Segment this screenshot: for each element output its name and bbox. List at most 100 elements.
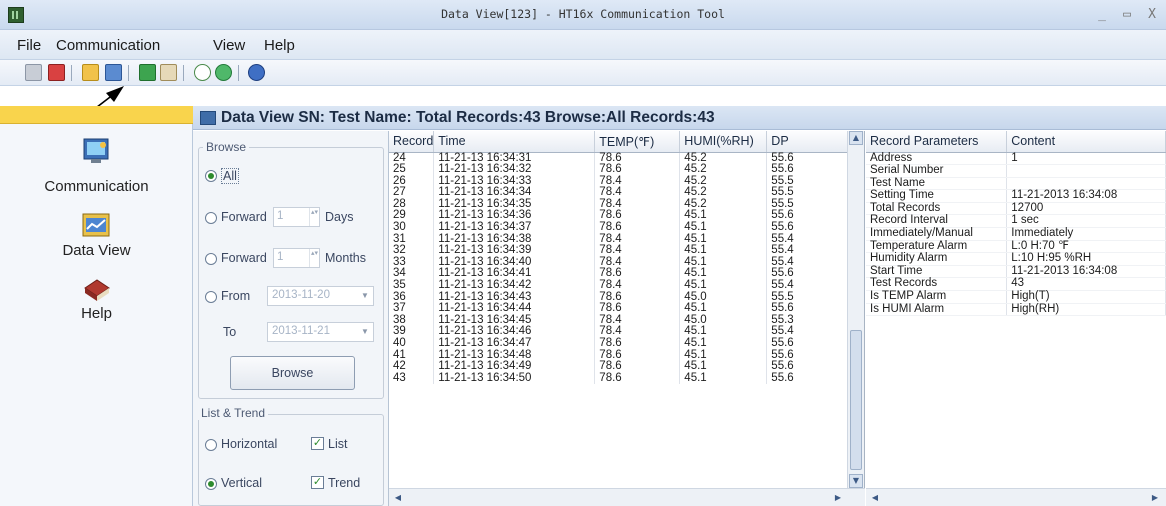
parameter-value: High(T) [1006,290,1166,304]
table-cell: 55.6 [766,337,850,350]
minimize-button[interactable]: _ [1093,6,1111,24]
open-folder-icon[interactable] [82,64,99,81]
table-cell: 43 [389,372,435,385]
toolbar-separator [183,65,184,81]
parameter-name: Temperature Alarm [866,240,1008,254]
radio-all[interactable] [205,170,217,182]
scroll-left-icon[interactable]: ◀ [868,491,882,504]
to-date-select[interactable]: 2013-11-21 ▼ [267,322,374,342]
table-row[interactable]: 25 11-21-13 16:34:32 78.6 45.2 55.6 [389,163,850,176]
parameter-row[interactable]: Immediately/Manual Immediately [866,227,1166,241]
parameter-row[interactable]: Address 1 [866,152,1166,166]
menu-communication[interactable]: Communication [56,37,160,54]
parameter-name: Setting Time [866,190,1008,203]
settings-icon[interactable] [160,64,177,81]
toolbar [0,60,1166,86]
horizontal-label: Horizontal [221,437,278,451]
parameter-row[interactable]: Is HUMI Alarm High(RH) [866,303,1166,317]
radio-vertical[interactable] [205,478,217,490]
column-header-content[interactable]: Content [1006,131,1166,153]
scroll-right-icon[interactable]: ▶ [1148,491,1162,504]
parameter-value: High(RH) [1006,303,1166,317]
parameters-header-row: Record Parameters Content [866,131,1166,153]
maximize-button[interactable]: ▭ [1118,6,1136,24]
records-horizontal-scrollbar[interactable]: ◀ ▶ [389,488,865,506]
about-icon[interactable] [248,64,265,81]
menu-view[interactable]: View [213,37,245,54]
scroll-left-icon[interactable]: ◀ [391,491,405,504]
records-vertical-scrollbar[interactable]: ▲ ▼ [847,131,864,488]
menu-file[interactable]: File [17,37,41,54]
column-header-parameter[interactable]: Record Parameters [866,131,1008,153]
export-icon[interactable] [105,64,122,81]
table-row[interactable]: 30 11-21-13 16:34:37 78.6 45.1 55.6 [389,221,850,234]
browse-button[interactable]: Browse [230,356,355,390]
forward-days-stepper[interactable]: 1 [273,207,320,227]
column-header-record[interactable]: Record [389,131,435,153]
column-header-humi[interactable]: HUMI(%RH) [679,131,768,153]
stepper-arrows-icon[interactable] [309,208,319,226]
parameter-value: 11-21-2013 16:34:08 [1006,190,1166,203]
parameter-name: Test Records [866,278,1008,292]
scroll-thumb[interactable] [850,330,862,470]
parameter-value: 1 sec [1006,215,1166,229]
radio-forward-months[interactable] [205,253,217,265]
menu-help[interactable]: Help [264,37,295,54]
parameter-value: L:0 H:70 ℉ [1006,240,1166,254]
table-cell: 78.4 [594,279,681,292]
forward-months-stepper[interactable]: 1 [273,248,320,268]
browse-panel: Browse All Forward 1 Days Forward 1 Mont… [193,131,389,506]
stepper-arrows-icon[interactable] [309,249,319,267]
table-cell: 30 [389,221,435,234]
toolbar-separator [71,65,72,81]
add-icon[interactable] [194,64,211,81]
list-trend-group [198,414,384,506]
chevron-down-icon[interactable]: ▼ [358,324,372,340]
column-header-dp[interactable]: DP [766,131,850,153]
chevron-down-icon[interactable]: ▼ [358,288,372,304]
nav-label-communication: Communication [44,178,149,195]
table-row[interactable]: 35 11-21-13 16:34:42 78.4 45.1 55.4 [389,279,850,292]
parameter-row[interactable]: Humidity Alarm L:10 H:95 %RH [866,253,1166,266]
parameters-horizontal-scrollbar[interactable]: ◀ ▶ [866,488,1166,506]
list-checkbox[interactable]: ✓ [311,437,324,450]
save-icon[interactable] [25,64,42,81]
close-button[interactable]: X [1143,6,1161,24]
browse-group-title: Browse [203,140,250,154]
export-image-icon[interactable] [139,64,156,81]
parameter-row[interactable]: Temperature Alarm L:0 H:70 ℉ [866,240,1166,254]
parameter-row[interactable]: Test Name [866,177,1166,191]
parameter-row[interactable]: Test Records 43 [866,278,1166,292]
window-title: Data View[123] - HT16x Communication Too… [441,7,725,21]
toolbar-separator [128,65,129,81]
table-cell: 35 [389,279,435,292]
refresh-icon[interactable] [215,64,232,81]
parameter-row[interactable]: Setting Time 11-21-2013 16:34:08 [866,190,1166,203]
nav-label-data-view: Data View [62,242,131,259]
parameter-row[interactable]: Is TEMP Alarm High(T) [866,290,1166,304]
table-cell: 45.1 [679,221,768,234]
parameters-panel: Record Parameters Content Address 1 Serial… [866,131,1166,506]
column-header-temp[interactable]: TEMP(℉) [594,131,681,153]
column-header-time[interactable]: Time [433,131,596,153]
radio-from[interactable] [205,291,217,303]
scroll-up-icon[interactable]: ▲ [849,131,863,145]
table-row[interactable]: 40 11-21-13 16:34:47 78.6 45.1 55.6 [389,337,850,350]
parameter-row[interactable]: Total Records 12700 [866,202,1166,216]
parameter-row[interactable]: Serial Number [866,164,1166,178]
radio-forward-days[interactable] [205,212,217,224]
to-label: To [223,325,237,339]
delete-icon[interactable] [48,64,65,81]
parameter-name: Address [866,152,1008,166]
trend-checkbox[interactable]: ✓ [311,476,324,489]
radio-horizontal[interactable] [205,439,217,451]
scroll-right-icon[interactable]: ▶ [831,491,845,504]
table-row[interactable]: 43 11-21-13 16:34:50 78.6 45.1 55.6 [389,372,850,385]
menu-bar: File Communication View Help [0,30,1166,60]
parameter-name: Test Name [866,177,1008,191]
from-date-select[interactable]: 2013-11-20 ▼ [267,286,374,306]
table-cell: 78.6 [594,337,681,350]
parameter-row[interactable]: Record Interval 1 sec [866,215,1166,229]
parameter-row[interactable]: Start Time 11-21-2013 16:34:08 [866,265,1166,279]
scroll-down-icon[interactable]: ▼ [849,474,863,488]
